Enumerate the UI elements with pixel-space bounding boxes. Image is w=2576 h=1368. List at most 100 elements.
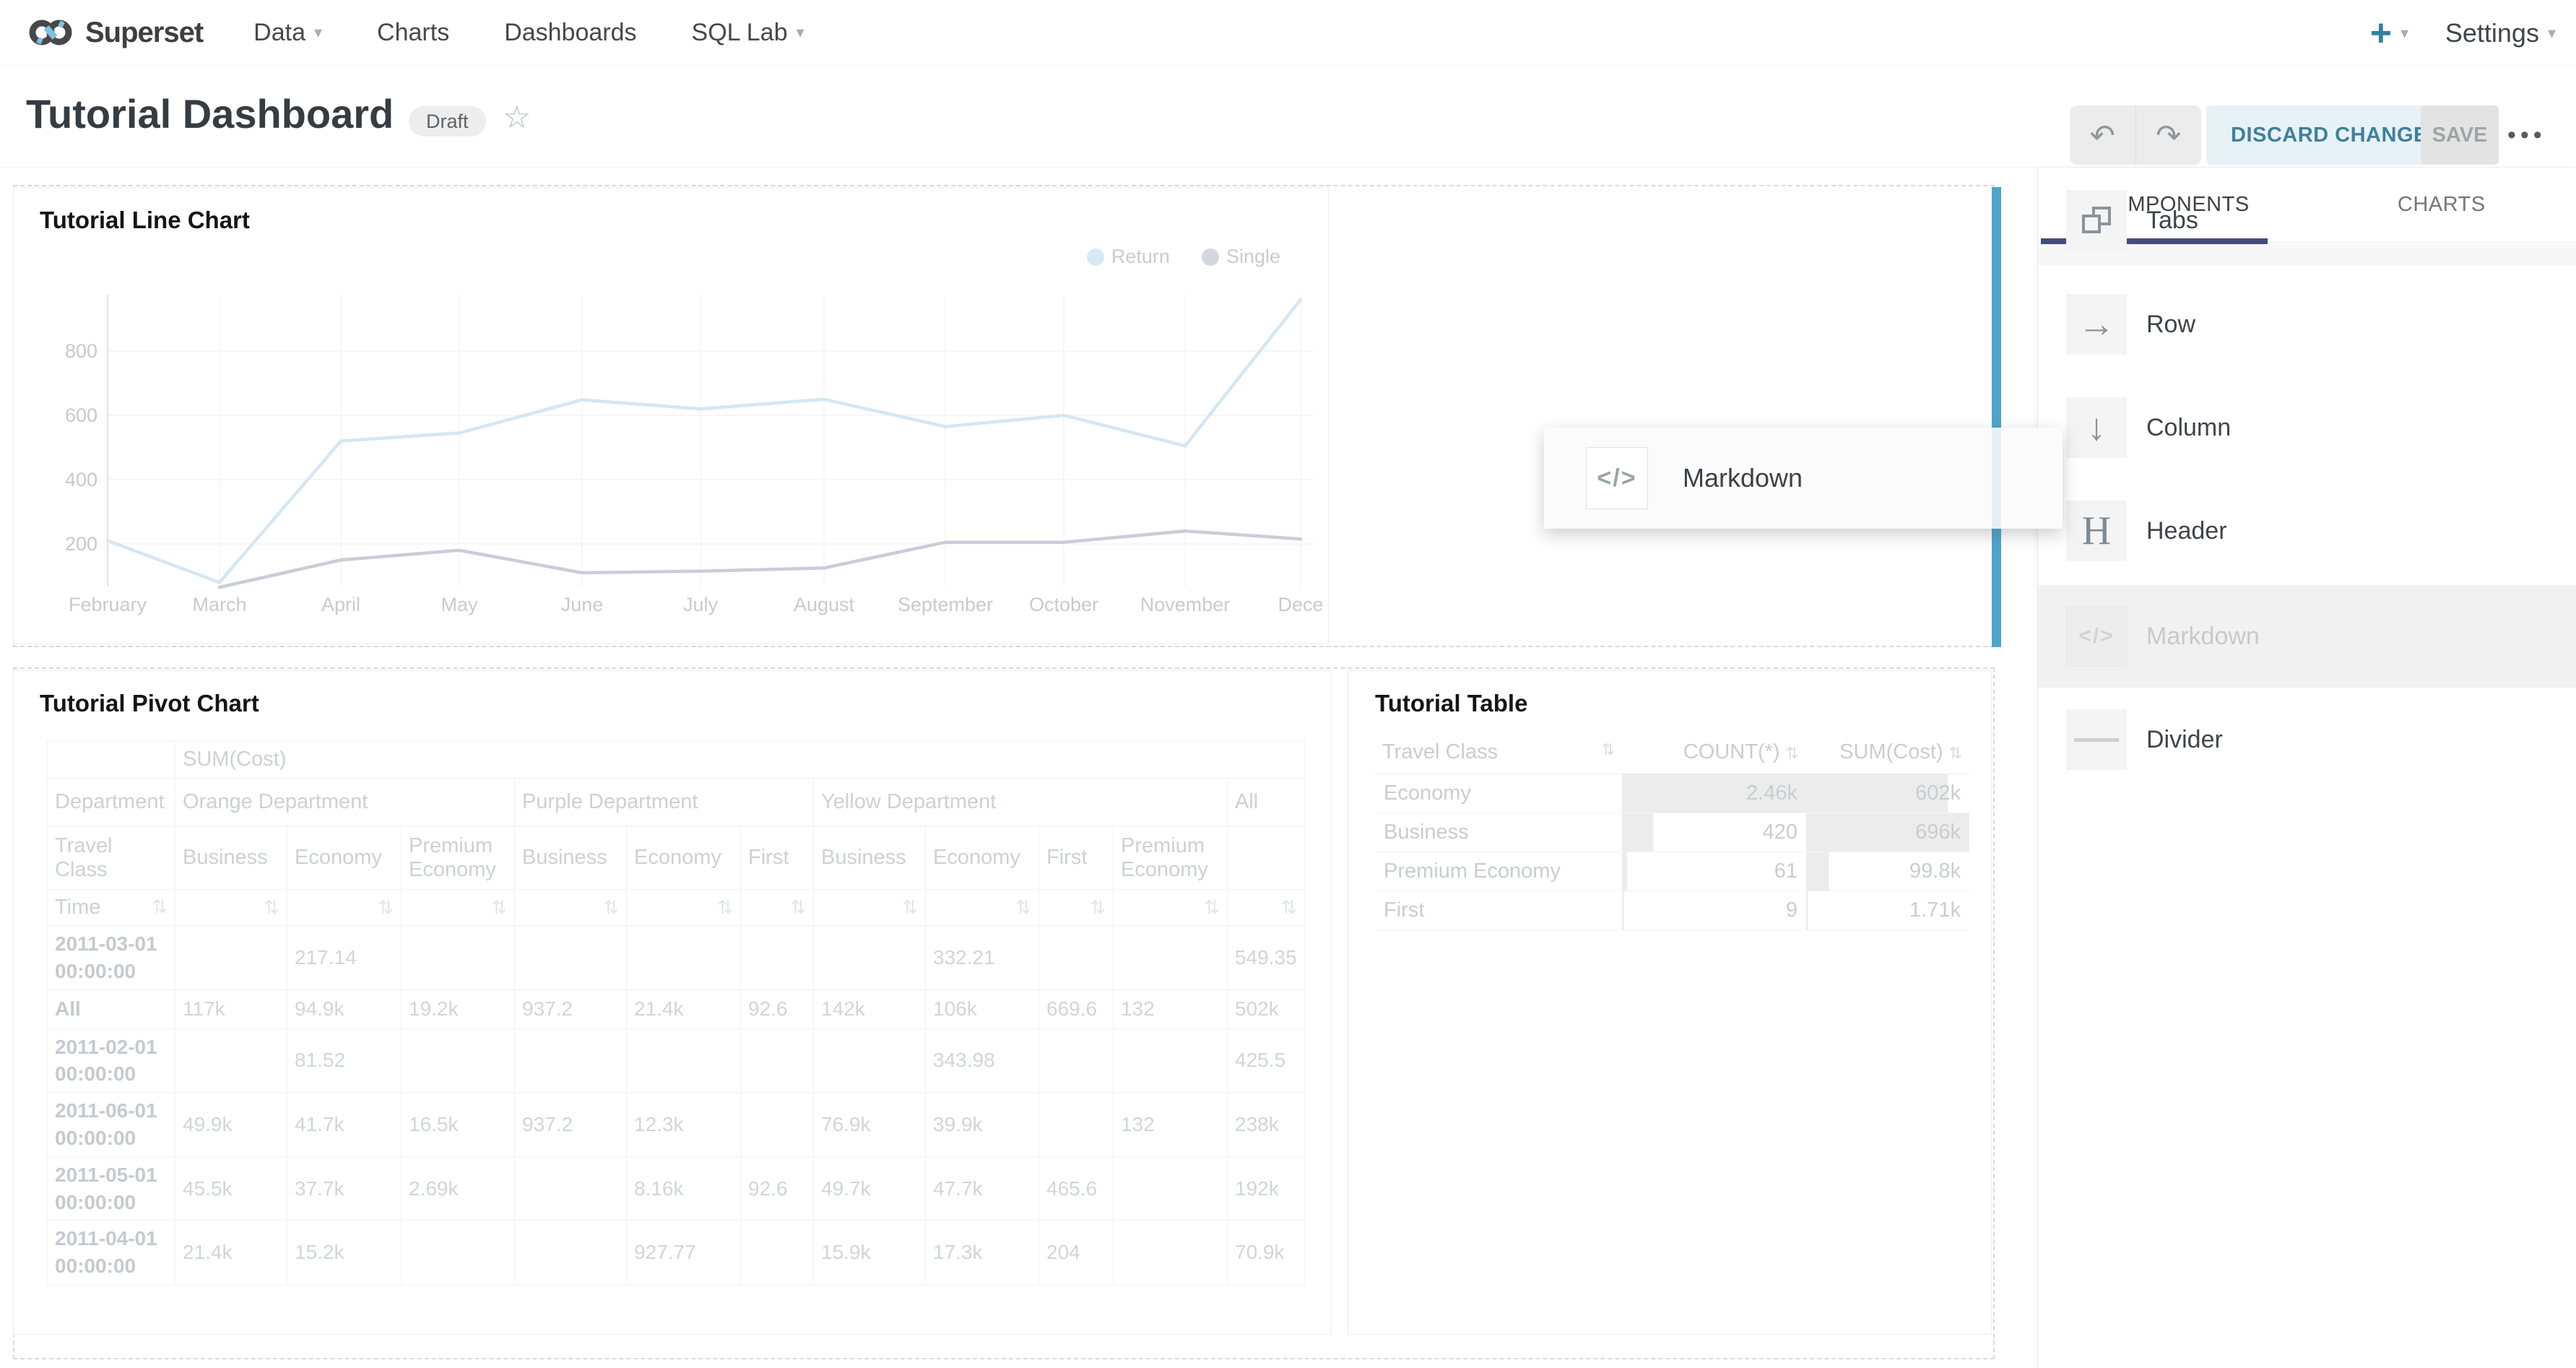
data-table-wrap: Travel Class⇅COUNT(*)⇅SUM(Cost)⇅Economy2… <box>1375 732 1969 930</box>
sort-icon[interactable]: ⇅ <box>603 896 619 919</box>
pivot-value-cell <box>515 926 627 990</box>
pivot-value-cell: 15.9k <box>814 1221 926 1285</box>
column-header-count-[interactable]: COUNT(*)⇅ <box>1622 732 1806 774</box>
chevron-down-icon: ▾ <box>2548 24 2556 43</box>
pivot-value-cell: 47.7k <box>926 1156 1039 1221</box>
code-glyph: </> <box>2078 624 2114 649</box>
dashboard-header: Tutorial Dashboard Draft ☆ ↶ ↷ DISCARD C… <box>0 66 2576 168</box>
component-item-divider[interactable]: Divider <box>2038 688 2576 791</box>
sort-icon[interactable]: ⇅ <box>378 896 394 919</box>
pivot-value-cell: 132 <box>1114 1093 1228 1157</box>
sort-icon[interactable]: ⇅ <box>1090 896 1106 919</box>
drop-indicator <box>1992 187 2001 647</box>
pivot-class-header: First <box>1039 826 1114 890</box>
pivot-class-header: Economy <box>287 826 402 890</box>
sort-icon[interactable]: ⇅ <box>1204 896 1220 919</box>
column-header-travel-class[interactable]: Travel Class⇅ <box>1375 732 1622 774</box>
x-axis-label: October <box>1029 594 1098 615</box>
sort-icon[interactable]: ⇅ <box>717 896 733 919</box>
component-item-label: Markdown <box>2146 585 2260 688</box>
pivot-value-cell: 217.14 <box>287 926 402 990</box>
x-axis-label: November <box>1140 594 1231 615</box>
dashboard-grid: Tutorial Line Chart ReturnSingle Februar… <box>0 168 2576 1368</box>
redo-button[interactable]: ↷ <box>2136 105 2202 165</box>
page-title[interactable]: Tutorial Dashboard <box>26 90 394 137</box>
pivot-class-header: Business <box>175 826 287 890</box>
pivot-time-row-label: Time⇅ <box>48 890 175 926</box>
x-axis-label: June <box>561 594 604 615</box>
pivot-value-cell <box>814 1029 926 1093</box>
markdown-icon: </> <box>1586 447 1648 509</box>
new-item-button[interactable]: + ▾ <box>2370 0 2408 66</box>
sort-icon[interactable]: ⇅ <box>1281 896 1297 919</box>
settings-menu[interactable]: Settings ▾ <box>2445 0 2556 66</box>
settings-label: Settings <box>2445 18 2539 48</box>
sort-icon[interactable]: ⇅ <box>491 896 507 919</box>
chart-title: Tutorial Pivot Chart <box>40 690 259 717</box>
pivot-class-header: First <box>741 826 814 890</box>
sort-icon[interactable]: ⇅ <box>264 896 279 919</box>
pivot-value-cell: 937.2 <box>515 990 627 1029</box>
sort-icon[interactable]: ⇅ <box>902 896 918 919</box>
chevron-down-icon: ▾ <box>2401 24 2408 43</box>
cell-count: 2.46k <box>1622 774 1806 813</box>
nav-item-charts[interactable]: Charts <box>377 19 449 47</box>
component-item-label: Row <box>2146 273 2195 376</box>
legend-item-return[interactable]: Return <box>1087 246 1170 268</box>
pivot-value-cell <box>515 1156 627 1221</box>
pivot-value-cell: 8.16k <box>627 1156 741 1221</box>
redo-icon: ↷ <box>2156 118 2181 153</box>
sort-icon[interactable]: ⇅ <box>152 896 168 918</box>
top-navbar: Superset Data▾ChartsDashboardsSQL Lab▾ +… <box>0 0 2576 66</box>
component-item-row[interactable]: → Row <box>2038 273 2576 376</box>
table-row: Economy2.46k602k <box>1375 774 1969 813</box>
legend-label: Single <box>1226 246 1280 268</box>
component-item-header[interactable]: HHeader <box>2038 480 2576 582</box>
nav-item-label: Data <box>253 19 305 47</box>
pivot-sort-cell: ⇅ <box>627 890 741 926</box>
column-header-label: COUNT(*) <box>1683 740 1780 763</box>
pivot-value-cell: 132 <box>1114 990 1228 1029</box>
nav-item-dashboards[interactable]: Dashboards <box>504 19 636 47</box>
undo-button[interactable]: ↶ <box>2070 105 2135 165</box>
pivot-value-cell <box>1114 1029 1228 1093</box>
nav-item-sql-lab[interactable]: SQL Lab▾ <box>692 19 805 47</box>
component-item-column[interactable]: ↓Column <box>2038 376 2576 479</box>
chart-card-line: Tutorial Line Chart ReturnSingle Februar… <box>13 187 1329 644</box>
main-nav: Data▾ Charts Dashboards SQL Lab▾ <box>253 19 859 47</box>
legend-dot <box>1202 248 1219 266</box>
favorite-star-icon[interactable]: ☆ <box>503 99 531 136</box>
pivot-value-cell: 502k <box>1228 990 1305 1029</box>
tabs-icon <box>2066 190 2127 251</box>
nav-item-data[interactable]: Data▾ <box>253 19 322 47</box>
x-axis-label: March <box>192 594 246 615</box>
pivot-value-cell <box>627 1029 741 1093</box>
overflow-menu-button[interactable]: ••• <box>2507 105 2546 165</box>
status-badge: Draft <box>409 106 486 137</box>
column-header-label: Travel Class <box>1382 740 1498 763</box>
sort-icon[interactable]: ⇅ <box>790 896 806 919</box>
sort-icon[interactable]: ⇅ <box>1015 896 1031 919</box>
legend-label: Return <box>1111 246 1170 268</box>
component-item-tabs[interactable]: Tabs <box>2038 169 2576 272</box>
undo-redo-group: ↶ ↷ <box>2070 105 2201 165</box>
superset-logo[interactable]: Superset <box>26 15 203 50</box>
cell-count: 9 <box>1622 891 1806 930</box>
pivot-dept-header: All <box>1228 779 1305 826</box>
component-item-markdown[interactable]: </> Markdown <box>2038 585 2576 688</box>
series-return-line <box>108 300 1301 583</box>
right-arrow-glyph: → <box>2078 303 2115 346</box>
legend-item-single[interactable]: Single <box>1202 246 1280 268</box>
y-axis-label: 400 <box>65 469 97 490</box>
pivot-sort-cell: ⇅ <box>287 890 402 926</box>
pivot-value-cell <box>402 1221 515 1285</box>
save-button[interactable]: SAVE <box>2421 105 2499 165</box>
pivot-value-cell: 927.77 <box>627 1221 741 1285</box>
pivot-value-cell: 92.6 <box>741 1156 814 1221</box>
dragged-markdown-card[interactable]: </> Markdown <box>1544 428 2063 529</box>
column-header-sum-cost-[interactable]: SUM(Cost)⇅ <box>1806 732 1969 774</box>
cell-travel-class: Premium Economy <box>1375 852 1622 891</box>
component-list: Tabs → Row↓ColumnHHeader </> MarkdownDivider <box>2038 168 2576 1368</box>
chart-card-table: Tutorial Table Travel Class⇅COUNT(*)⇅SUM… <box>1348 670 1992 1335</box>
header-h-glyph: H <box>2082 508 2111 554</box>
